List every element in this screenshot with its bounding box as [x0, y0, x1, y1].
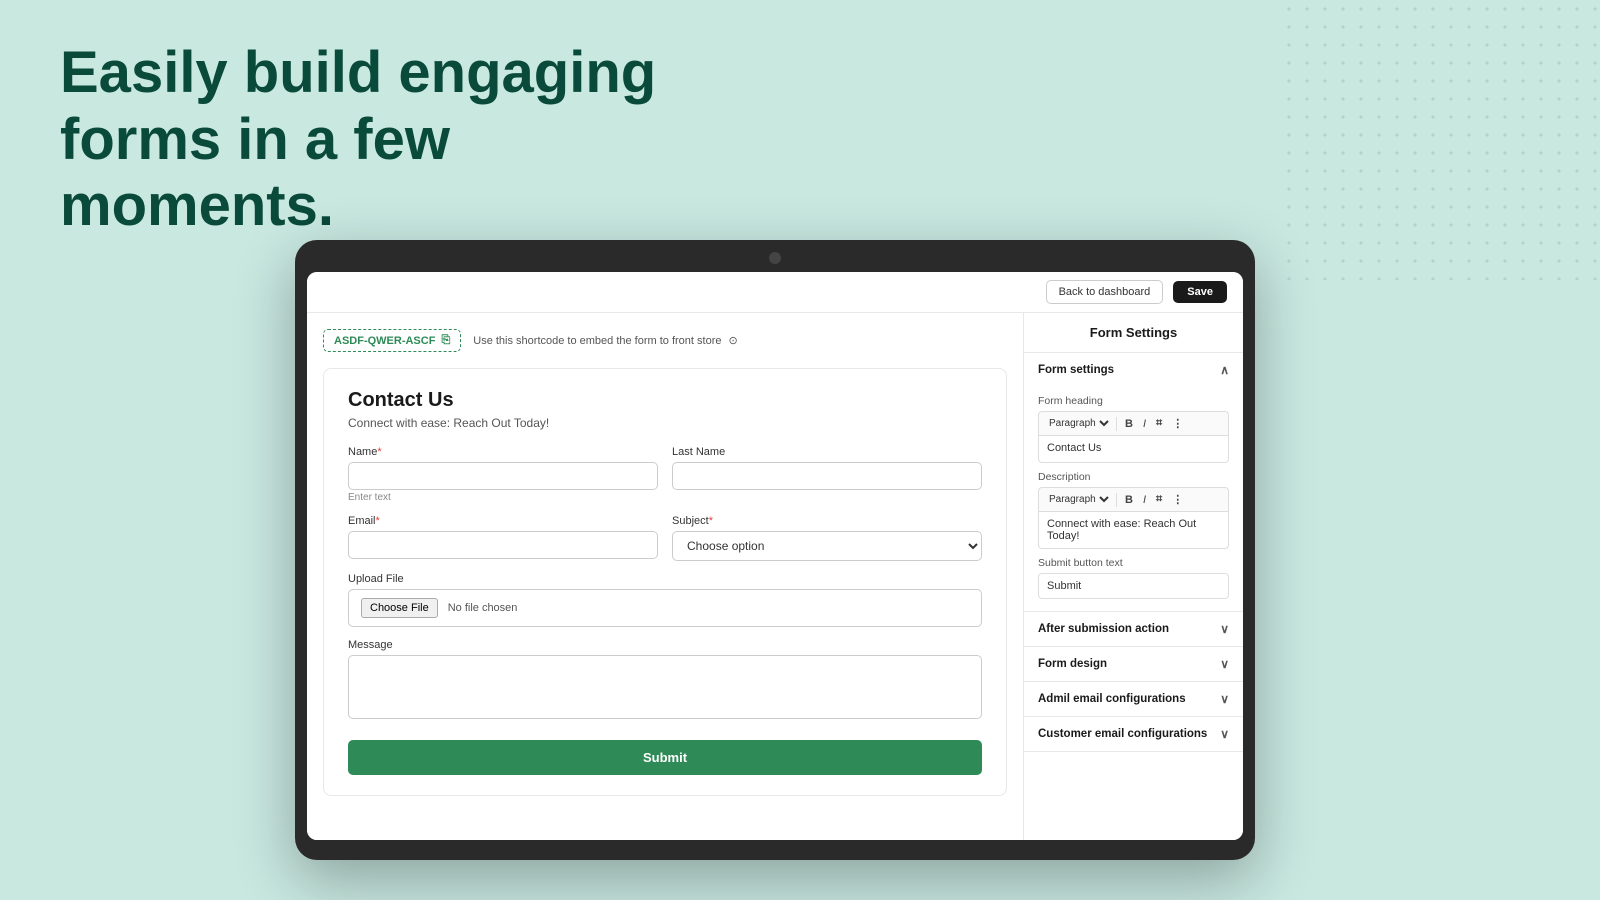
email-label: Email* [348, 515, 658, 527]
admin-email-label: Admil email configurations [1038, 693, 1186, 705]
message-label: Message [348, 639, 982, 651]
lastname-group: Last Name [672, 446, 982, 503]
admin-email-chevron: ∨ [1220, 692, 1229, 706]
main-content: ASDF-QWER-ASCF ⎘ Use this shortcode to e… [307, 313, 1243, 840]
save-button[interactable]: Save [1173, 281, 1227, 303]
heading-italic-button[interactable]: I [1139, 416, 1150, 432]
hero-title: Easily build engaging forms in a few mom… [60, 40, 740, 240]
shortcode-hint: Use this shortcode to embed the form to … [473, 334, 738, 347]
form-design-section: Form design ∨ [1024, 647, 1243, 682]
description-rich-text[interactable]: Connect with ease: Reach Out Today! [1038, 511, 1229, 549]
after-submission-header[interactable]: After submission action ∨ [1024, 612, 1243, 646]
description-toolbar: Paragraph B I ⌗ ⋮ [1038, 487, 1229, 511]
form-design-label: Form design [1038, 658, 1107, 670]
subject-select[interactable]: Choose option [672, 531, 982, 561]
lastname-input[interactable] [672, 462, 982, 490]
heading-format-select[interactable]: Paragraph [1045, 417, 1112, 430]
info-icon: ⊙ [729, 335, 738, 347]
form-heading-field-label: Form heading [1038, 395, 1229, 407]
subject-label: Subject* [672, 515, 982, 527]
form-settings-header[interactable]: Form settings ∧ [1024, 353, 1243, 387]
form-settings-section: Form settings ∧ Form heading Paragraph B [1024, 353, 1243, 612]
upload-section: Upload File Choose File No file chosen [348, 573, 982, 627]
email-group: Email* [348, 515, 658, 561]
description-format-select[interactable]: Paragraph [1045, 493, 1112, 506]
upload-label: Upload File [348, 573, 982, 585]
form-settings-body: Form heading Paragraph B I ⌗ ⋮ Contact U… [1024, 395, 1243, 611]
name-input[interactable] [348, 462, 658, 490]
description-more-button[interactable]: ⋮ [1168, 491, 1187, 508]
heading-toolbar: Paragraph B I ⌗ ⋮ [1038, 411, 1229, 435]
heading-more-button[interactable]: ⋮ [1168, 415, 1187, 432]
description-bold-button[interactable]: B [1121, 492, 1137, 508]
shortcode-text: ASDF-QWER-ASCF [334, 335, 435, 347]
submit-text-input[interactable] [1038, 573, 1229, 599]
customer-email-section: Customer email configurations ∨ [1024, 717, 1243, 752]
admin-email-section: Admil email configurations ∨ [1024, 682, 1243, 717]
subject-group: Subject* Choose option [672, 515, 982, 561]
after-submission-section: After submission action ∨ [1024, 612, 1243, 647]
form-card-title: Contact Us [348, 389, 982, 412]
description-italic-button[interactable]: I [1139, 492, 1150, 508]
hero-section: Easily build engaging forms in a few mom… [60, 40, 740, 240]
customer-email-chevron: ∨ [1220, 727, 1229, 741]
customer-email-header[interactable]: Customer email configurations ∨ [1024, 717, 1243, 751]
heading-link-button[interactable]: ⌗ [1152, 415, 1166, 432]
device-frame: Back to dashboard Save ASDF-QWER-ASCF ⎘ … [295, 240, 1255, 860]
form-settings-chevron-up: ∧ [1220, 363, 1229, 377]
form-card-subtitle: Connect with ease: Reach Out Today! [348, 416, 982, 430]
device-camera [769, 252, 781, 264]
heading-bold-button[interactable]: B [1121, 416, 1137, 432]
description-field-label: Description [1038, 471, 1229, 483]
back-dashboard-button[interactable]: Back to dashboard [1046, 280, 1164, 304]
name-label: Name* [348, 446, 658, 458]
settings-panel-title: Form Settings [1024, 313, 1243, 353]
form-card: Contact Us Connect with ease: Reach Out … [323, 368, 1007, 796]
message-textarea[interactable] [348, 655, 982, 719]
after-submission-chevron: ∨ [1220, 622, 1229, 636]
form-design-header[interactable]: Form design ∨ [1024, 647, 1243, 681]
message-section: Message [348, 639, 982, 724]
toolbar-sep-1 [1116, 417, 1117, 431]
admin-email-header[interactable]: Admil email configurations ∨ [1024, 682, 1243, 716]
lastname-label: Last Name [672, 446, 982, 458]
toolbar-sep-2 [1116, 493, 1117, 507]
form-preview-area: ASDF-QWER-ASCF ⎘ Use this shortcode to e… [307, 313, 1023, 840]
name-hint: Enter text [348, 492, 658, 503]
customer-email-label: Customer email configurations [1038, 728, 1207, 740]
settings-panel: Form Settings Form settings ∧ Form headi… [1023, 313, 1243, 840]
submit-text-field-label: Submit button text [1038, 557, 1229, 569]
email-input[interactable] [348, 531, 658, 559]
name-row: Name* Enter text Last Name [348, 446, 982, 503]
shortcode-bar: ASDF-QWER-ASCF ⎘ Use this shortcode to e… [323, 329, 1007, 352]
shortcode-badge: ASDF-QWER-ASCF ⎘ [323, 329, 461, 352]
heading-rich-text[interactable]: Contact Us [1038, 435, 1229, 463]
after-submission-label: After submission action [1038, 623, 1169, 635]
no-file-text: No file chosen [448, 602, 518, 614]
upload-area: Choose File No file chosen [348, 589, 982, 627]
name-group: Name* Enter text [348, 446, 658, 503]
copy-icon[interactable]: ⎘ [441, 334, 450, 347]
top-bar: Back to dashboard Save [307, 272, 1243, 313]
device-screen: Back to dashboard Save ASDF-QWER-ASCF ⎘ … [307, 272, 1243, 840]
description-link-button[interactable]: ⌗ [1152, 491, 1166, 508]
dot-pattern-decoration [1280, 0, 1600, 280]
choose-file-button[interactable]: Choose File [361, 598, 438, 618]
form-settings-label: Form settings [1038, 364, 1114, 376]
form-submit-button[interactable]: Submit [348, 740, 982, 775]
email-subject-row: Email* Subject* Choose option [348, 515, 982, 561]
form-design-chevron: ∨ [1220, 657, 1229, 671]
